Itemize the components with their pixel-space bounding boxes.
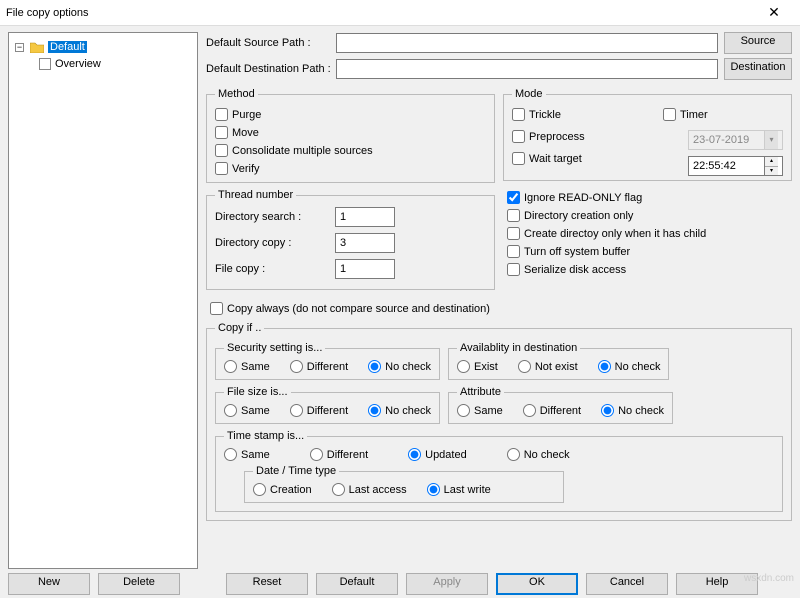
apply-button[interactable]: Apply [406,573,488,595]
size-diff[interactable] [290,404,303,417]
size-group: File size is... Same Different No check [215,386,440,424]
dst-path-input[interactable] [336,59,718,79]
dt-lastwrite[interactable] [427,483,440,496]
date-input: 23-07-2019▾ [688,130,783,150]
time-input[interactable]: 22:55:42▴▾ [688,156,783,176]
ok-button[interactable]: OK [496,573,578,595]
method-group: Method Purge Move Consolidate multiple s… [206,88,495,183]
copyif-legend: Copy if .. [215,322,264,334]
copyif-group: Copy if .. Security setting is... Same D… [206,322,792,521]
avail-group: Availablity in destination Exist Not exi… [448,342,670,380]
attr-same[interactable] [457,404,470,417]
window-title: File copy options [6,7,754,19]
src-path-input[interactable] [336,33,718,53]
verify-checkbox[interactable] [215,162,228,175]
tree-panel: − Default Overview [8,32,198,569]
new-button[interactable]: New [8,573,90,595]
attr-diff[interactable] [523,404,536,417]
cancel-button[interactable]: Cancel [586,573,668,595]
attr-nocheck[interactable] [601,404,614,417]
thread-legend: Thread number [215,189,296,201]
mode-legend: Mode [512,88,546,100]
tree-root[interactable]: − Default [15,39,191,55]
source-button[interactable]: Source [724,32,792,54]
dir-only-checkbox[interactable] [507,209,520,222]
ignore-readonly-checkbox[interactable] [507,191,520,204]
size-nocheck[interactable] [368,404,381,417]
watermark: wsxdn.com [744,573,794,584]
file-copy-input[interactable] [335,259,395,279]
sec-nocheck[interactable] [368,360,381,373]
file-icon [39,58,51,70]
dst-path-label: Default Destination Path : [206,63,336,75]
delete-button[interactable]: Delete [98,573,180,595]
preprocess-checkbox[interactable] [512,130,525,143]
dir-copy-input[interactable] [335,233,395,253]
dt-lastacc[interactable] [332,483,345,496]
ts-nocheck[interactable] [507,448,520,461]
mode-group: Mode Trickle Preprocess Wait target Time… [503,88,792,181]
default-button[interactable]: Default [316,573,398,595]
trickle-checkbox[interactable] [512,108,525,121]
sec-same[interactable] [224,360,237,373]
tree-child-label: Overview [55,58,101,70]
attr-group: Attribute Same Different No check [448,386,673,424]
tree-root-label: Default [48,41,87,53]
ts-diff[interactable] [310,448,323,461]
thread-group: Thread number Directory search : Directo… [206,189,495,290]
avail-exist[interactable] [457,360,470,373]
consolidate-checkbox[interactable] [215,144,228,157]
ts-updated[interactable] [408,448,421,461]
size-same[interactable] [224,404,237,417]
dir-search-input[interactable] [335,207,395,227]
dt-creation[interactable] [253,483,266,496]
sec-diff[interactable] [290,360,303,373]
reset-button[interactable]: Reset [226,573,308,595]
security-group: Security setting is... Same Different No… [215,342,440,380]
destination-button[interactable]: Destination [724,58,792,80]
avail-notexist[interactable] [518,360,531,373]
ts-same[interactable] [224,448,237,461]
move-checkbox[interactable] [215,126,228,139]
collapse-icon[interactable]: − [15,43,24,52]
timer-checkbox[interactable] [663,108,676,121]
tree-child[interactable]: Overview [15,56,191,72]
datetime-group: Date / Time type Creation Last access La… [244,465,564,503]
button-bar: New Delete Reset Default Apply OK Cancel… [8,573,792,595]
serial-checkbox[interactable] [507,263,520,276]
folder-icon [30,41,44,53]
purge-checkbox[interactable] [215,108,228,121]
titlebar: File copy options ✕ [0,0,800,26]
wait-checkbox[interactable] [512,152,525,165]
dir-child-checkbox[interactable] [507,227,520,240]
sysbuf-checkbox[interactable] [507,245,520,258]
copy-always-checkbox[interactable] [210,302,223,315]
close-icon[interactable]: ✕ [754,4,794,21]
avail-nocheck[interactable] [598,360,611,373]
options-panel: Default Source Path : Source Default Des… [202,26,800,571]
timestamp-group: Time stamp is... Same Different Updated … [215,430,783,512]
src-path-label: Default Source Path : [206,37,336,49]
method-legend: Method [215,88,258,100]
